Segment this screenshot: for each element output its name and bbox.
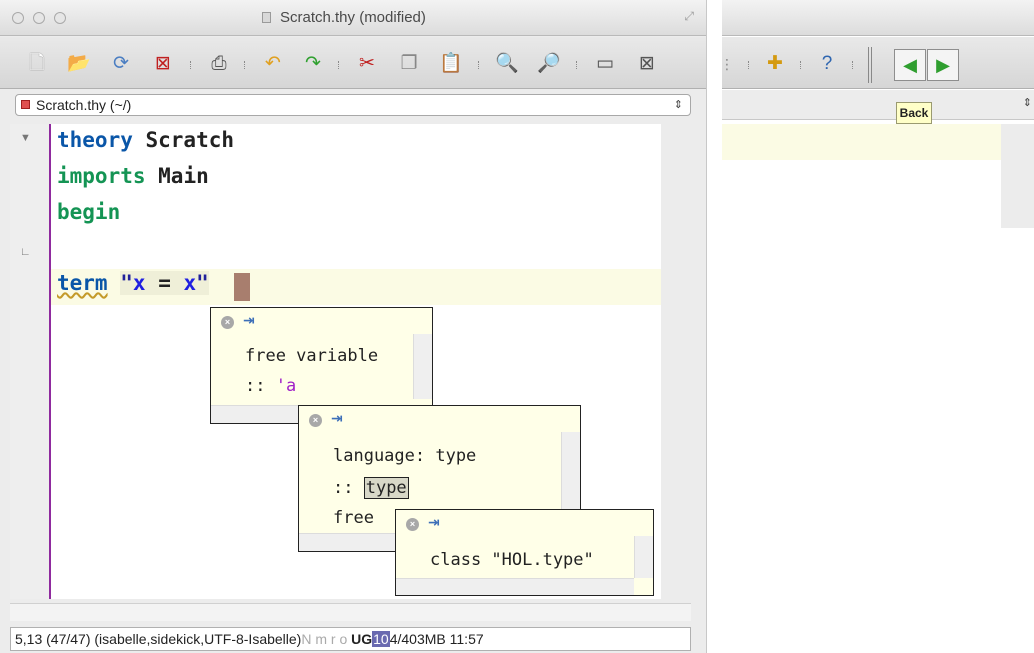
tooltip-line: free variable bbox=[245, 346, 379, 366]
free-variable-x[interactable]: x bbox=[133, 271, 146, 295]
fold-triangle-icon[interactable]: ▼ bbox=[20, 132, 31, 144]
editor-window: Scratch.thy (modified) ⤢ 🗋 📂 ⟳ ⊠ ⎙ ↶ ↷ ✂… bbox=[0, 0, 707, 653]
zoom-window-button[interactable] bbox=[54, 12, 66, 24]
file-icon bbox=[21, 100, 30, 109]
toolbar-divider bbox=[868, 47, 872, 83]
tooltip-close-icon[interactable]: × bbox=[221, 316, 234, 329]
copy-icon[interactable]: ❐ bbox=[396, 51, 422, 77]
title-bar[interactable]: Scratch.thy (modified) ⤢ bbox=[0, 0, 706, 36]
tooltip-line: language: type bbox=[333, 446, 477, 466]
toolbar-separator bbox=[852, 61, 855, 69]
unsplit-icon[interactable]: ⊠ bbox=[634, 51, 660, 77]
horizontal-scrollbar[interactable] bbox=[10, 603, 691, 621]
toolbar-separator bbox=[338, 61, 341, 69]
redo-icon[interactable]: ↷ bbox=[300, 51, 326, 77]
type-prefix: :: bbox=[333, 478, 364, 498]
tooltip-line: class "HOL.type" bbox=[430, 550, 594, 570]
code-line: theory Scratch bbox=[57, 128, 234, 152]
equals-sign: = bbox=[145, 271, 184, 295]
theory-name: Scratch bbox=[132, 128, 235, 152]
secondary-toolbar: ⋮ ✚ ? ◀ ▶ bbox=[722, 37, 1034, 89]
tooltip-hscrollbar[interactable] bbox=[396, 578, 634, 595]
tooltip-line: :: type bbox=[333, 477, 409, 499]
back-tooltip: Back bbox=[896, 102, 932, 124]
status-bar: 5,13 (47/47) (isabelle,sidekick,UTF-8-Is… bbox=[10, 627, 691, 651]
tooltip-detach-icon[interactable]: ⇥ bbox=[331, 410, 345, 426]
reload-icon[interactable]: ⟳ bbox=[108, 51, 134, 77]
tooltip-close-icon[interactable]: × bbox=[406, 518, 419, 531]
document-proxy-icon[interactable] bbox=[262, 12, 271, 23]
string-quote-close: " bbox=[196, 271, 209, 295]
back-arrow-icon[interactable]: ◀ bbox=[894, 49, 926, 81]
tooltip-detach-icon[interactable]: ⇥ bbox=[428, 514, 442, 530]
imports-name: Main bbox=[145, 164, 209, 188]
window-title: Scratch.thy (modified) bbox=[280, 9, 426, 26]
gutter[interactable]: ▼ ∟ bbox=[10, 124, 51, 599]
open-file-icon[interactable]: 📂 bbox=[66, 51, 92, 77]
help-icon[interactable]: ? bbox=[814, 51, 840, 77]
paste-icon[interactable]: 📋 bbox=[438, 51, 464, 77]
secondary-title-bar[interactable] bbox=[722, 0, 1034, 36]
toolbar-separator bbox=[244, 61, 247, 69]
toolbar-separator bbox=[800, 61, 803, 69]
caret-position[interactable]: 5,13 (47/47) bbox=[15, 631, 91, 647]
tooltip-class-type[interactable]: × ⇥ class "HOL.type" bbox=[395, 509, 654, 596]
type-variable[interactable]: 'a bbox=[276, 376, 296, 396]
new-view-icon[interactable]: ▭ bbox=[592, 51, 618, 77]
select-arrows-icon: ⇕ bbox=[1022, 97, 1032, 109]
buffer-select[interactable]: Scratch.thy (~/) ⇕ bbox=[15, 94, 691, 116]
close-file-icon[interactable]: ⊠ bbox=[150, 51, 176, 77]
minimize-window-button[interactable] bbox=[33, 12, 45, 24]
string-quote-open: " bbox=[120, 271, 133, 295]
tooltip-detach-icon[interactable]: ⇥ bbox=[243, 312, 257, 328]
select-arrows-icon: ⇕ bbox=[673, 99, 683, 111]
tooltip-vscrollbar[interactable] bbox=[634, 536, 653, 578]
plugin-icon[interactable]: ✚ bbox=[762, 51, 788, 77]
type-link[interactable]: type bbox=[363, 477, 409, 499]
toolbar-separator bbox=[748, 61, 751, 69]
print-icon[interactable]: ⎙ bbox=[206, 51, 232, 77]
status-flags-bold[interactable]: UG bbox=[351, 631, 372, 647]
type-prefix: :: bbox=[245, 376, 276, 396]
memory-gauge-fill[interactable]: 10 bbox=[372, 631, 390, 647]
text-caret bbox=[234, 273, 250, 301]
partial-toolbar-icon[interactable]: ⋮ bbox=[722, 51, 740, 77]
tooltip-line: free bbox=[333, 508, 374, 528]
buffer-select-value: Scratch.thy (~/) bbox=[36, 97, 132, 113]
clock: 11:57 bbox=[449, 631, 484, 647]
fold-end-icon: ∟ bbox=[20, 246, 31, 258]
keyword-begin: begin bbox=[57, 200, 121, 224]
keyword-imports: imports bbox=[57, 164, 146, 188]
main-toolbar: 🗋 📂 ⟳ ⊠ ⎙ ↶ ↷ ✂ ❐ 📋 🔍 🔎 ▭ ⊠ bbox=[0, 37, 706, 89]
code-line: begin bbox=[57, 200, 120, 224]
find-in-files-icon[interactable]: 🔎 bbox=[536, 51, 562, 77]
tooltip-close-icon[interactable]: × bbox=[309, 414, 322, 427]
forward-arrow-icon[interactable]: ▶ bbox=[927, 49, 959, 81]
secondary-scrollbar[interactable] bbox=[1001, 124, 1034, 228]
memory-usage[interactable]: 4/403MB bbox=[390, 631, 446, 647]
secondary-window: ⋮ ✚ ? ◀ ▶ ⇕ Back bbox=[722, 0, 1034, 653]
undo-icon[interactable]: ↶ bbox=[260, 51, 286, 77]
status-flags[interactable]: N m r o bbox=[301, 631, 347, 647]
new-file-icon[interactable]: 🗋 bbox=[24, 51, 50, 77]
toolbar-separator bbox=[576, 61, 579, 69]
toolbar-separator bbox=[190, 61, 193, 69]
toolbar-separator bbox=[478, 61, 481, 69]
secondary-current-line bbox=[722, 124, 1001, 160]
find-icon[interactable]: 🔍 bbox=[494, 51, 520, 77]
tooltip-line: :: 'a bbox=[245, 376, 296, 396]
vertical-scrollbar[interactable] bbox=[661, 124, 691, 599]
keyword-term: term bbox=[57, 271, 108, 295]
tooltip-vscrollbar[interactable] bbox=[413, 334, 432, 399]
buffer-switcher-bar: Scratch.thy (~/) ⇕ bbox=[0, 90, 706, 120]
fullscreen-icon[interactable]: ⤢ bbox=[684, 9, 694, 24]
close-window-button[interactable] bbox=[12, 12, 24, 24]
cut-icon[interactable]: ✂ bbox=[354, 51, 380, 77]
keyword-theory: theory bbox=[57, 128, 133, 152]
secondary-buffer-bar[interactable]: ⇕ bbox=[722, 90, 1034, 120]
code-line-term: term "x = x" bbox=[57, 271, 209, 295]
buffer-mode[interactable]: (isabelle,sidekick,UTF-8-Isabelle) bbox=[94, 631, 301, 647]
code-line: imports Main bbox=[57, 164, 209, 188]
free-variable-x[interactable]: x bbox=[183, 271, 196, 295]
